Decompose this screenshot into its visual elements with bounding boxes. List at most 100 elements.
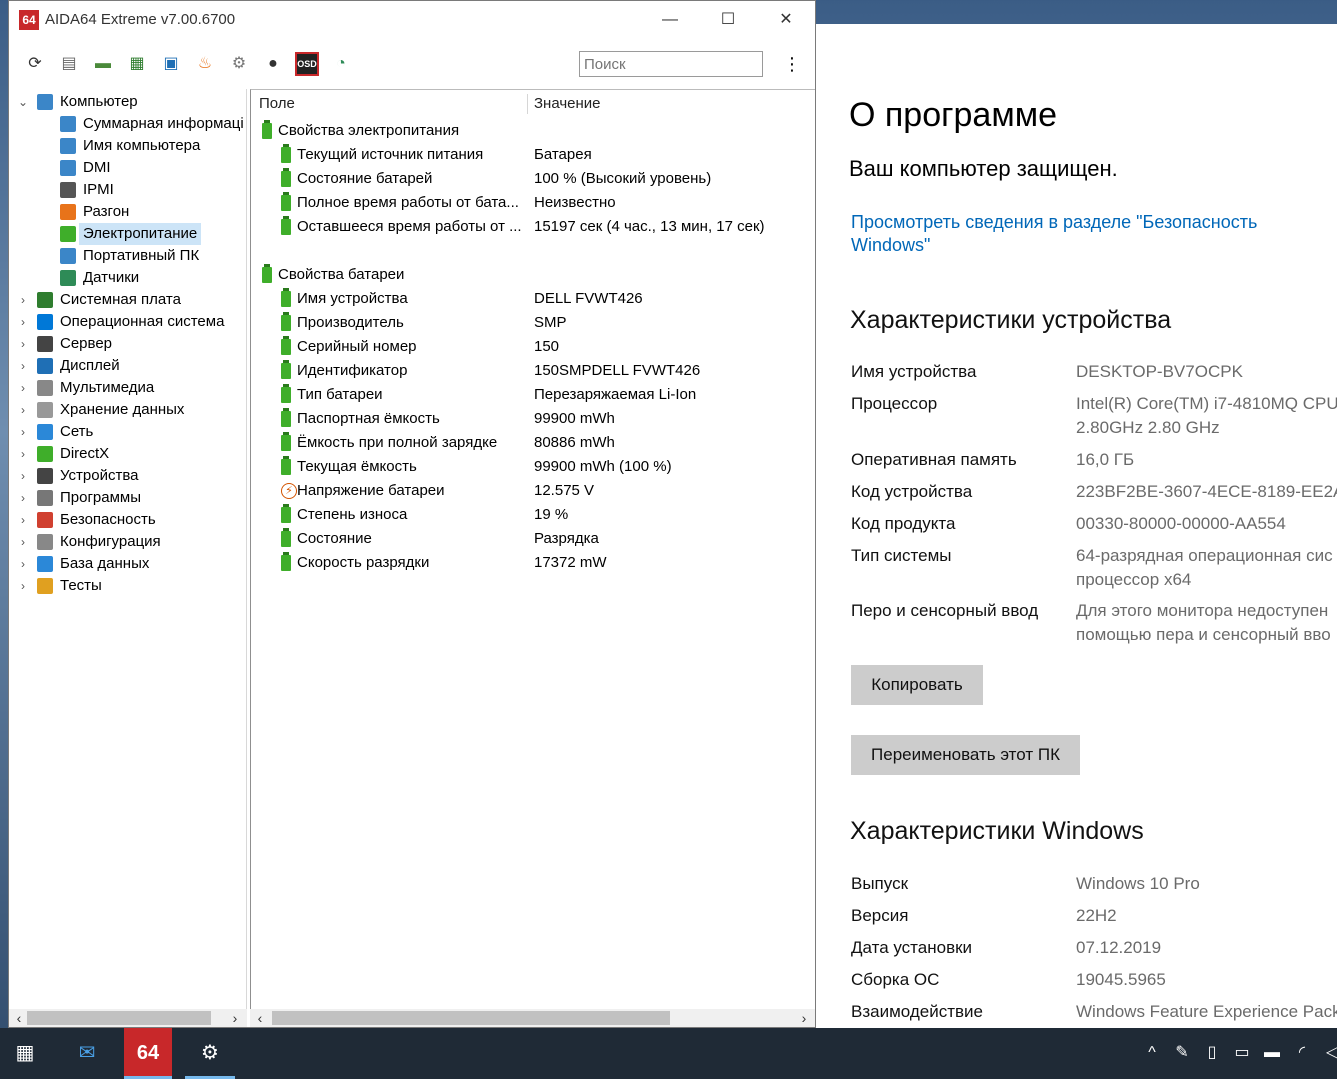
outlook-icon[interactable]: ✉: [62, 1028, 112, 1079]
scroll-thumb[interactable]: [272, 1011, 670, 1025]
toolbar: ⟳ ▤ ▬ ▦ ▣ ♨ ⚙ ● OSD ◔ ⋮: [9, 39, 815, 89]
tree-item-label: Датчики: [83, 269, 140, 286]
spec-label: Версия: [851, 906, 909, 925]
table-row[interactable]: Производитель SMP: [251, 311, 815, 335]
settings-about-page: О программе Ваш компьютер защищен. Просм…: [816, 24, 1337, 1028]
battery-icon: [281, 144, 291, 163]
grid-horizontal-scrollbar[interactable]: ‹ ›: [250, 1009, 815, 1027]
table-row[interactable]: Паспортная ёмкость 99900 mWh: [251, 407, 815, 431]
table-row[interactable]: Оставшееся время работы от ... 15197 сек …: [251, 215, 815, 239]
tray-chevron-icon[interactable]: ^: [1142, 1042, 1162, 1064]
tree-item-label: Системная плата: [60, 291, 181, 308]
tree-item-label: Хранение данных: [60, 401, 185, 418]
tree-item-icon: [37, 292, 53, 308]
security-link[interactable]: Просмотреть сведения в разделе "Безопасн…: [851, 212, 1257, 233]
report-icon[interactable]: ▤: [57, 52, 81, 76]
expand-arrow-icon[interactable]: ›: [17, 509, 29, 531]
field-cell: Производитель: [297, 314, 404, 331]
spec-value: 16,0 ГБ: [1076, 450, 1135, 469]
value-cell: 17372 mW: [534, 554, 607, 571]
table-row[interactable]: Скорость разрядки 17372 mW: [251, 551, 815, 575]
column-separator[interactable]: [527, 94, 528, 114]
expand-arrow-icon[interactable]: ›: [17, 311, 29, 333]
usb-icon[interactable]: ▯: [1202, 1042, 1222, 1064]
search-input[interactable]: [579, 51, 763, 77]
collapse-arrow-icon[interactable]: ⌄: [17, 91, 29, 113]
expand-arrow-icon[interactable]: ›: [17, 333, 29, 355]
scroll-right-arrow-icon[interactable]: ›: [227, 1009, 243, 1027]
table-row[interactable]: ⚡ Напряжение батареи 12.575 V: [251, 479, 815, 503]
tree-horizontal-scrollbar[interactable]: ‹ ›: [9, 1009, 247, 1027]
battery-icon[interactable]: ▬: [1262, 1042, 1282, 1064]
tree-item-label: Сеть: [60, 423, 94, 440]
expand-arrow-icon[interactable]: ›: [17, 377, 29, 399]
tools-icon[interactable]: ⚙: [227, 52, 251, 76]
more-menu-icon[interactable]: ⋮: [783, 51, 801, 77]
copy-button[interactable]: Копировать: [851, 665, 983, 705]
pen-workspace-icon[interactable]: ✎: [1172, 1042, 1192, 1064]
expand-arrow-icon[interactable]: ›: [17, 575, 29, 597]
column-header-field[interactable]: Поле: [259, 95, 295, 112]
expand-arrow-icon[interactable]: ›: [17, 421, 29, 443]
table-row[interactable]: Состояние батарей 100 % (Высокий уровень): [251, 167, 815, 191]
expand-arrow-icon[interactable]: ›: [17, 465, 29, 487]
expand-arrow-icon[interactable]: ›: [17, 487, 29, 509]
aida64-taskbar-icon[interactable]: 64: [124, 1028, 172, 1079]
tree-item-icon: [60, 182, 76, 198]
spec-label: Сборка ОС: [851, 970, 940, 989]
table-row[interactable]: Тип батареи Перезаряжаемая Li-Ion: [251, 383, 815, 407]
close-button[interactable]: ✕: [757, 1, 815, 39]
maximize-button[interactable]: ☐: [699, 1, 757, 39]
spec-value-continued: процессор x64: [1076, 570, 1192, 589]
table-row[interactable]: Состояние Разрядка: [251, 527, 815, 551]
meet-now-icon[interactable]: ▭: [1232, 1042, 1252, 1064]
expand-arrow-icon[interactable]: ›: [17, 443, 29, 465]
table-row[interactable]: Идентификатор 150SMPDELL FVWT426: [251, 359, 815, 383]
tree-item-label: База данных: [60, 555, 150, 572]
rename-pc-button[interactable]: Переименовать этот ПК: [851, 735, 1080, 775]
column-header-value[interactable]: Значение: [534, 95, 601, 112]
expand-arrow-icon[interactable]: ›: [17, 399, 29, 421]
title-bar[interactable]: 64 AIDA64 Extreme v7.00.6700 — ☐ ✕: [9, 1, 815, 39]
expand-arrow-icon[interactable]: ›: [17, 531, 29, 553]
user-icon[interactable]: ●: [261, 52, 285, 76]
scroll-left-arrow-icon[interactable]: ‹: [11, 1009, 27, 1027]
security-link-continued[interactable]: Windows": [851, 235, 930, 256]
table-row[interactable]: Текущая ёмкость 99900 mWh (100 %): [251, 455, 815, 479]
table-row[interactable]: Текущий источник питания Батарея: [251, 143, 815, 167]
flame-icon[interactable]: ♨: [193, 52, 217, 76]
osd-icon[interactable]: OSD: [295, 52, 319, 76]
spec-label: Имя устройства: [851, 362, 977, 381]
expand-arrow-icon[interactable]: ›: [17, 553, 29, 575]
scroll-thumb[interactable]: [27, 1011, 211, 1025]
expand-arrow-icon[interactable]: ›: [17, 355, 29, 377]
group-row[interactable]: Свойства электропитания: [251, 119, 815, 143]
table-row[interactable]: Ёмкость при полной зарядке 80886 mWh: [251, 431, 815, 455]
memory-icon[interactable]: ▦: [125, 52, 149, 76]
tree-item-icon: [37, 556, 53, 572]
refresh-icon[interactable]: ⟳: [23, 52, 47, 76]
volume-icon[interactable]: ◁: [1322, 1042, 1337, 1064]
battery-icon: [281, 312, 291, 331]
sensor-gauge-icon[interactable]: ◔: [329, 52, 353, 76]
tree-item-icon: [37, 380, 53, 396]
table-row[interactable]: Степень износа 19 %: [251, 503, 815, 527]
table-row[interactable]: Серийный номер 150: [251, 335, 815, 359]
expand-arrow-icon[interactable]: ›: [17, 289, 29, 311]
wifi-icon[interactable]: ◜: [1292, 1042, 1312, 1064]
protection-status: Ваш компьютер защищен.: [849, 156, 1118, 181]
table-row[interactable]: Полное время работы от бата... Неизвестно: [251, 191, 815, 215]
spec-value: 223BF2BE-3607-4ECE-8189-EE2A8: [1076, 482, 1337, 501]
scroll-right-arrow-icon[interactable]: ›: [796, 1009, 812, 1027]
group-row[interactable]: Свойства батареи: [251, 263, 815, 287]
store-icon[interactable]: ▦: [0, 1028, 50, 1079]
table-row[interactable]: Имя устройства DELL FVWT426: [251, 287, 815, 311]
scroll-left-arrow-icon[interactable]: ‹: [252, 1009, 268, 1027]
settings-gear-icon[interactable]: ⚙: [185, 1028, 235, 1079]
spec-label: Код продукта: [851, 514, 956, 533]
tree-item-icon: [60, 116, 76, 132]
network-icon[interactable]: ▣: [159, 52, 183, 76]
minimize-button[interactable]: —: [641, 1, 699, 39]
motherboard-icon[interactable]: ▬: [91, 52, 115, 76]
tree-item-label: Устройства: [60, 467, 139, 484]
